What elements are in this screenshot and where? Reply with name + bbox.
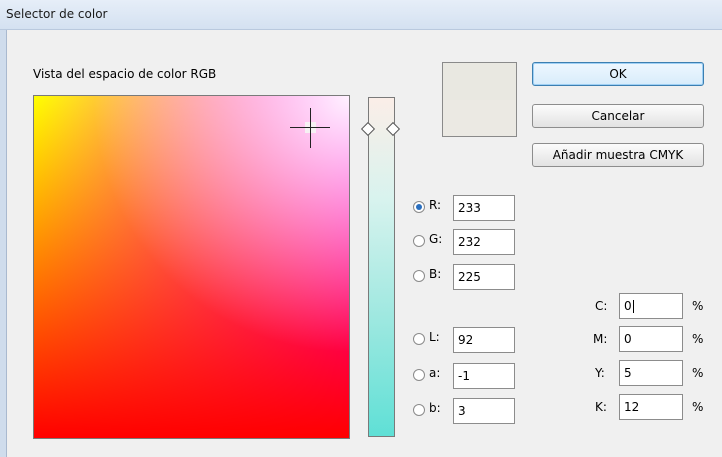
color-space-label: Vista del espacio de color RGB [33,67,217,81]
radio-r[interactable] [413,201,425,213]
crosshair-vertical[interactable] [310,108,311,148]
window-border [0,30,7,457]
radio-lab-b[interactable] [413,404,425,416]
label-m: M: [593,332,608,346]
window-title: Selector de color [6,7,108,21]
percent-y: % [692,366,704,380]
color-slider[interactable] [368,97,395,437]
radio-g[interactable] [413,235,425,247]
input-l[interactable]: 92 [453,327,515,353]
text-caret [632,300,634,313]
label-y: Y: [595,366,605,380]
input-y[interactable]: 5 [619,360,683,386]
label-g: G: [429,232,443,246]
percent-k: % [692,400,704,414]
add-cmyk-swatch-button[interactable]: Añadir muestra CMYK [532,143,704,167]
input-b[interactable]: 225 [453,264,515,290]
label-r: R: [429,198,442,212]
ok-button[interactable]: OK [532,62,704,86]
input-c-value: 0 [624,299,632,313]
title-bar: Selector de color [0,0,722,30]
original-color-swatch[interactable] [443,99,516,136]
input-m[interactable]: 0 [619,326,683,352]
label-c: C: [595,299,608,313]
input-lab-b[interactable]: 3 [453,398,515,424]
label-lab-b: b: [429,401,441,415]
label-k: K: [595,400,607,414]
cancel-button[interactable]: Cancelar [532,104,704,128]
input-k[interactable]: 12 [619,394,683,420]
label-l: L: [429,330,440,344]
label-b: B: [429,267,442,281]
radio-l[interactable] [413,333,425,345]
input-c[interactable]: 0 [619,293,683,319]
percent-m: % [692,332,704,346]
color-field-light-gradient [34,96,349,438]
label-a: a: [429,366,441,380]
input-a[interactable]: -1 [453,363,515,389]
radio-b[interactable] [413,270,425,282]
percent-c: % [692,299,704,313]
color-swatch [442,62,517,137]
color-field[interactable] [33,95,350,439]
input-r[interactable]: 233 [453,195,515,221]
input-g[interactable]: 232 [453,229,515,255]
radio-a[interactable] [413,369,425,381]
new-color-swatch [443,63,516,100]
